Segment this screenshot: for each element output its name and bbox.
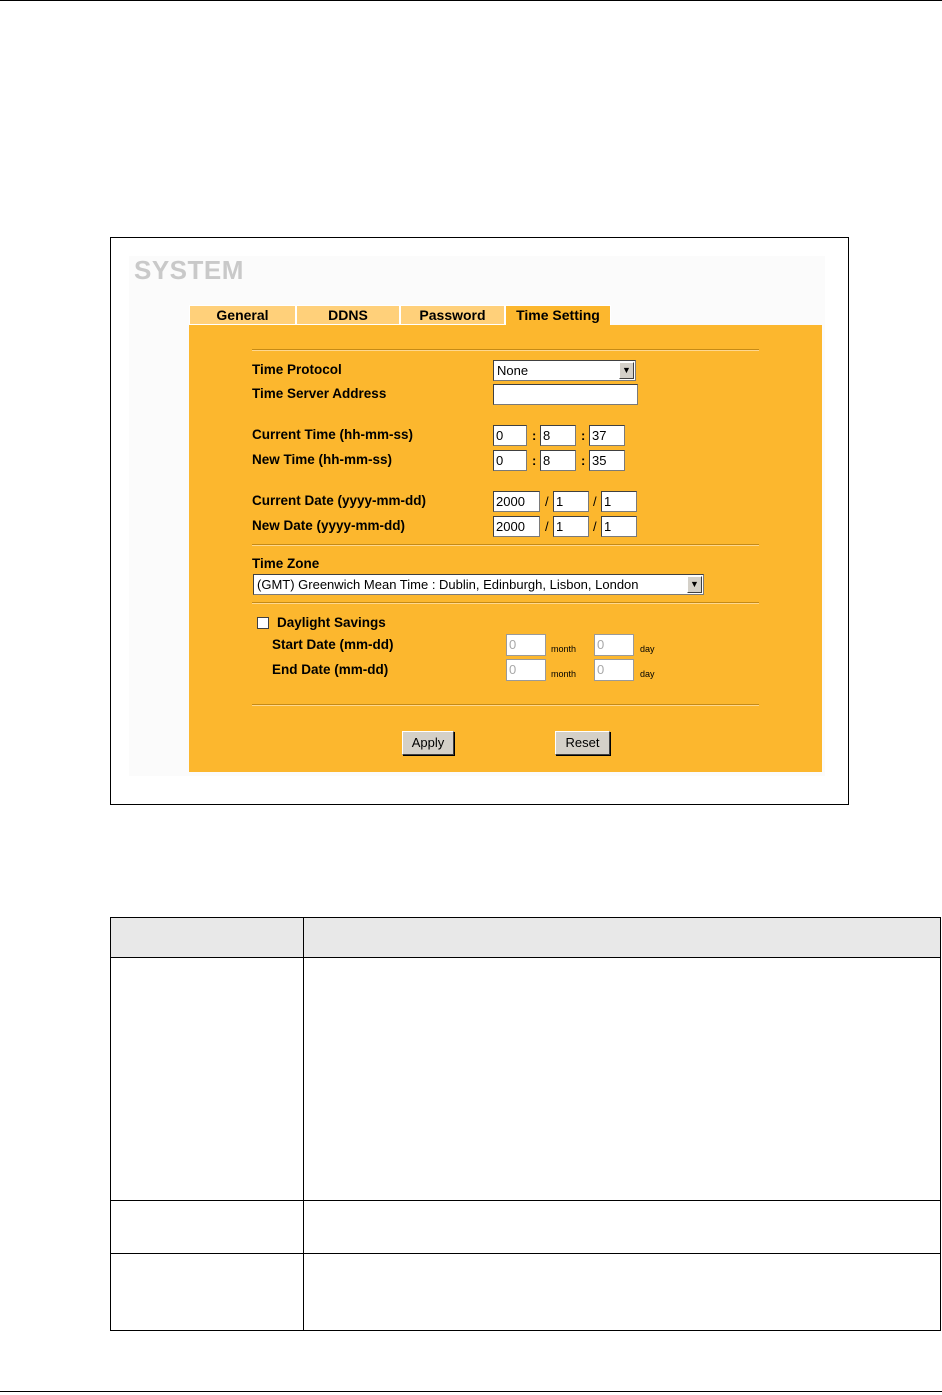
daylight-savings-label: Daylight Savings: [277, 615, 386, 630]
table-cell: [303, 957, 941, 1201]
date-separator: /: [593, 494, 597, 509]
current-date-year-input[interactable]: 2000: [493, 491, 540, 512]
date-separator: /: [593, 519, 597, 534]
day-unit-label: day: [640, 669, 655, 679]
description-table: [110, 917, 941, 1331]
table-cell: [303, 1200, 941, 1254]
start-month-input[interactable]: 0: [506, 634, 546, 656]
time-protocol-label: Time Protocol: [252, 362, 342, 377]
start-date-label: Start Date (mm-dd): [272, 637, 394, 652]
chevron-down-icon[interactable]: ▼: [687, 576, 702, 593]
divider: [252, 704, 759, 706]
new-date-month-input[interactable]: 1: [553, 516, 589, 537]
tab-time-setting[interactable]: Time Setting: [505, 305, 611, 327]
time-separator: :: [581, 453, 586, 468]
tab-general[interactable]: General: [189, 305, 296, 325]
divider: [252, 349, 759, 351]
new-time-label: New Time (hh-mm-ss): [252, 452, 393, 467]
table-row: [110, 1200, 941, 1254]
table-header-cell: [303, 917, 941, 958]
table-header-cell: [110, 917, 304, 958]
table-cell: [110, 957, 304, 1201]
page-title: SYSTEM: [134, 255, 244, 285]
start-day-input[interactable]: 0: [594, 634, 634, 656]
day-unit-label: day: [640, 644, 655, 654]
table-cell: [303, 1253, 941, 1331]
table-cell: [110, 1200, 304, 1254]
time-protocol-value: None: [497, 363, 529, 378]
end-day-input[interactable]: 0: [594, 659, 634, 681]
page-bottom-rule: [0, 1391, 942, 1392]
new-time-hours-input[interactable]: 0: [493, 450, 527, 471]
reset-button[interactable]: Reset: [555, 731, 610, 755]
month-unit-label: month: [551, 644, 577, 654]
new-time-minutes-input[interactable]: 8: [540, 450, 576, 471]
chevron-down-icon[interactable]: ▼: [619, 362, 634, 379]
current-date-label: Current Date (yyyy-mm-dd): [252, 493, 427, 508]
tab-password[interactable]: Password: [400, 305, 505, 325]
new-date-day-input[interactable]: 1: [601, 516, 637, 537]
time-server-label: Time Server Address: [252, 386, 387, 401]
current-time-label: Current Time (hh-mm-ss): [252, 427, 414, 442]
apply-button[interactable]: Apply: [402, 731, 454, 755]
time-server-input[interactable]: [493, 384, 638, 405]
date-separator: /: [545, 519, 549, 534]
divider: [252, 544, 759, 546]
page-top-rule: [0, 0, 942, 1]
current-date-day-input[interactable]: 1: [601, 491, 637, 512]
daylight-savings-checkbox[interactable]: [257, 617, 269, 629]
time-zone-select[interactable]: (GMT) Greenwich Mean Time : Dublin, Edin…: [253, 574, 704, 595]
time-separator: :: [581, 428, 586, 443]
end-month-input[interactable]: 0: [506, 659, 546, 681]
current-time-minutes-input[interactable]: 8: [540, 425, 576, 446]
date-separator: /: [545, 494, 549, 509]
table-cell: [110, 1253, 304, 1331]
time-separator: :: [532, 428, 537, 443]
new-date-year-input[interactable]: 2000: [493, 516, 540, 537]
new-date-label: New Date (yyyy-mm-dd): [252, 518, 406, 533]
time-separator: :: [532, 453, 537, 468]
tab-ddns[interactable]: DDNS: [296, 305, 400, 325]
table-row: [110, 1253, 941, 1331]
time-protocol-select[interactable]: None ▼: [493, 360, 636, 381]
end-date-label: End Date (mm-dd): [272, 662, 389, 677]
divider: [252, 602, 759, 604]
table-row: [110, 957, 941, 1201]
month-unit-label: month: [551, 669, 577, 679]
new-time-seconds-input[interactable]: 35: [589, 450, 625, 471]
table-header-row: [110, 917, 941, 958]
time-zone-value: (GMT) Greenwich Mean Time : Dublin, Edin…: [257, 577, 639, 592]
current-time-seconds-input[interactable]: 37: [589, 425, 625, 446]
time-zone-label: Time Zone: [252, 556, 320, 571]
current-date-month-input[interactable]: 1: [553, 491, 589, 512]
current-time-hours-input[interactable]: 0: [493, 425, 527, 446]
